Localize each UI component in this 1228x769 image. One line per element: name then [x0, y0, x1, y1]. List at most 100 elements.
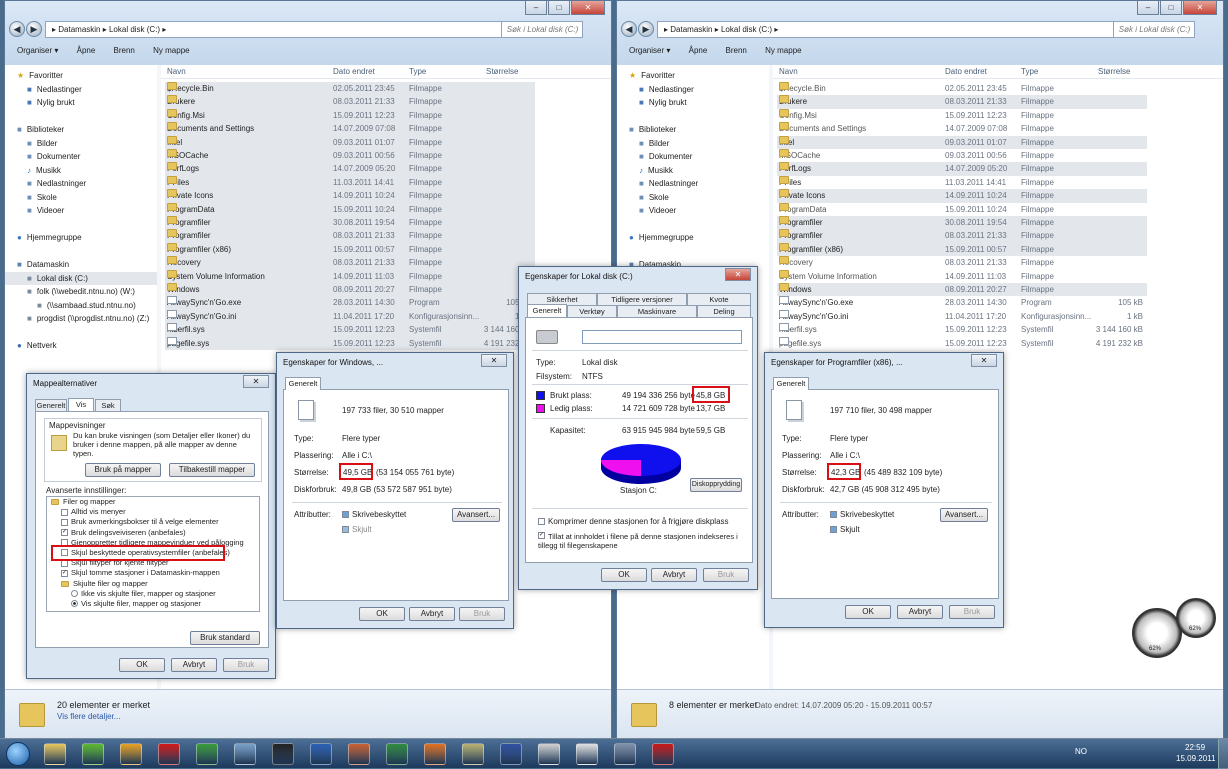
drive-label-input[interactable] [582, 330, 742, 344]
table-row[interactable]: pagefile.sys 15.09.2011 12:23 Systemfil 4 1… [165, 336, 535, 350]
table-row[interactable]: System Volume Information 14.09.2011 11:0… [165, 269, 535, 283]
explorer-icon[interactable] [462, 743, 484, 765]
index-checkbox[interactable]: ✓ Tillat at innholdet i filene på denne s… [538, 532, 744, 550]
apply-to-folders-button[interactable]: Bruk på mapper [85, 463, 161, 477]
advanced-setting-item[interactable]: ✓ Bruk delingsveiviseren (anbefales) [47, 528, 259, 538]
clock-date[interactable]: 15.09.2011 [1176, 754, 1215, 763]
nav-item[interactable]: ■ Lokal disk (C:) [5, 271, 157, 285]
folder-icon[interactable] [44, 743, 66, 765]
nav-item[interactable]: ■ Nedlastninger [617, 177, 769, 191]
more-details-link[interactable]: Vis flere detaljer... [57, 712, 120, 721]
table-row[interactable]: $Recycle.Bin 02.05.2011 23:45 Filmappe [165, 82, 535, 96]
table-row[interactable]: Programfiler 08.03.2011 21:33 Filmappe [165, 229, 535, 243]
table-row[interactable]: ProgramData 15.09.2011 10:24 Filmappe [165, 202, 535, 216]
close-button[interactable]: ✕ [971, 354, 997, 367]
tab-general[interactable]: Generelt [285, 377, 321, 390]
nav-item[interactable]: ■ Datamaskin [5, 258, 157, 272]
nav-item[interactable]: ♪ Musikk [5, 164, 157, 178]
table-row[interactable]: Documents and Settings 14.07.2009 07:08 Fi… [165, 122, 535, 136]
table-row[interactable]: PerfLogs 14.07.2009 05:20 Filmappe [777, 162, 1147, 176]
maximize-button[interactable]: □ [1160, 1, 1182, 15]
table-row[interactable]: Recovery 08.03.2011 21:33 Filmappe [777, 256, 1147, 269]
table-row[interactable]: PFiles 11.03.2011 14:41 Filmappe [165, 175, 535, 190]
table-row[interactable]: Programfiler 30.08.2011 19:54 Filmappe [165, 216, 535, 230]
nav-item[interactable]: ■ Nedlastinger [5, 83, 157, 97]
tab-previous-versions[interactable]: Tidligere versjoner [597, 293, 687, 305]
nx2-icon[interactable] [272, 743, 294, 765]
close-button[interactable]: ✕ [725, 268, 751, 281]
table-row[interactable]: AllwaySync'n'Go.exe 28.03.2011 14:30 Progr… [165, 296, 535, 310]
advanced-setting-item[interactable]: Ikke vis skjulte filer, mapper og stasjo… [47, 589, 259, 599]
apply-button[interactable]: Bruk [703, 568, 749, 582]
nav-item[interactable]: ■ Dokumenter [617, 150, 769, 164]
nav-item[interactable]: ● Hjemmegruppe [617, 231, 769, 245]
table-row[interactable]: System Volume Information 14.09.2011 11:0… [777, 269, 1147, 283]
hidden-checkbox[interactable]: Skjult [342, 525, 372, 534]
tab-search[interactable]: Søk [95, 399, 121, 411]
open-button[interactable]: Åpne [689, 46, 708, 55]
reset-folders-button[interactable]: Tilbakestill mapper [169, 463, 255, 477]
excel-icon[interactable] [386, 743, 408, 765]
tab-quota[interactable]: Kvote [687, 293, 751, 305]
tab-sharing[interactable]: Deling [697, 305, 751, 317]
chrome-icon[interactable] [196, 743, 218, 765]
media-icon[interactable] [348, 743, 370, 765]
advanced-button[interactable]: Avansert... [452, 508, 500, 522]
breadcrumb-drive[interactable]: Lokal disk (C:) [721, 25, 772, 34]
tab-general[interactable]: Generelt [773, 377, 809, 390]
ok-button[interactable]: OK [601, 568, 647, 582]
nav-item[interactable]: ■ Nylig brukt [617, 96, 769, 110]
open-button[interactable]: Åpne [77, 46, 96, 55]
table-row[interactable]: MSOCache 09.03.2011 00:56 Filmappe [777, 149, 1147, 162]
new-folder-button[interactable]: Ny mappe [153, 46, 189, 55]
column-size[interactable]: Størrelse [1098, 67, 1130, 76]
table-row[interactable]: $Recycle.Bin 02.05.2011 23:45 Filmappe [777, 82, 1147, 95]
table-row[interactable]: Config.Msi 15.09.2011 12:23 Filmappe [165, 108, 535, 123]
cancel-button[interactable]: Avbryt [897, 605, 943, 619]
table-row[interactable]: Intel 09.03.2011 01:07 Filmappe [777, 135, 1147, 149]
table-row[interactable]: AllwaySync'n'Go.ini 11.04.2011 17:20 Konfi… [777, 309, 1147, 323]
organize-menu[interactable]: Organiser ▾ [629, 46, 670, 55]
hidden-checkbox[interactable]: Skjult [830, 525, 860, 534]
cancel-button[interactable]: Avbryt [171, 658, 217, 672]
tab-view[interactable]: Vis [68, 398, 94, 411]
table-row[interactable]: PerfLogs 14.07.2009 05:20 Filmappe [165, 162, 535, 176]
table-row[interactable]: AllwaySync'n'Go.exe 28.03.2011 14:30 Progr… [777, 296, 1147, 309]
nav-item[interactable]: ■ Videoer [5, 204, 157, 218]
tab-hardware[interactable]: Maskinvare [617, 305, 697, 317]
table-row[interactable]: hiberfil.sys 15.09.2011 12:23 Systemfil 3 1… [165, 323, 535, 337]
table-row[interactable]: Programfiler 08.03.2011 21:33 Filmappe [777, 229, 1147, 243]
tab-general[interactable]: Generelt [35, 399, 67, 411]
nav-item[interactable]: ♪ Musikk [617, 164, 769, 178]
back-button[interactable]: ◀ [9, 21, 25, 37]
column-name[interactable]: Navn [779, 67, 798, 76]
table-row[interactable]: Windows 08.09.2011 20:27 Filmappe [777, 283, 1147, 297]
compress-checkbox[interactable]: Komprimer denne stasjonen for å frigjøre… [538, 517, 729, 526]
opera-icon[interactable] [158, 743, 180, 765]
tool-icon[interactable] [538, 743, 560, 765]
organize-menu[interactable]: Organiser ▾ [17, 46, 58, 55]
column-name[interactable]: Navn [167, 67, 186, 76]
nav-item[interactable]: ■ Nylig brukt [5, 96, 157, 110]
column-date[interactable]: Dato endret [945, 67, 987, 76]
column-date[interactable]: Dato endret [333, 67, 375, 76]
nav-item[interactable]: ■ (\\sambaad.stud.ntnu.no) [5, 299, 157, 313]
nav-item[interactable]: ★ Favoritter [5, 69, 157, 83]
breadcrumb-drive[interactable]: Lokal disk (C:) [109, 25, 160, 34]
start-button[interactable] [6, 742, 30, 766]
grid-icon[interactable] [500, 743, 522, 765]
close-button[interactable]: ✕ [571, 1, 605, 15]
nav-item[interactable]: ● Nettverk [5, 339, 157, 353]
nav-item[interactable]: ■ Bilder [617, 137, 769, 151]
table-row[interactable]: pagefile.sys 15.09.2011 12:23 Systemfil 4 1… [777, 336, 1147, 350]
address-bar[interactable]: ▸ Datamaskin ▸ Lokal disk (C:) ▸ [657, 21, 1131, 38]
advanced-setting-item[interactable]: Alltid vis menyer [47, 507, 259, 517]
readonly-checkbox[interactable]: Skrivebeskyttet [830, 510, 894, 519]
nav-item[interactable]: ■ Skole [617, 191, 769, 205]
table-row[interactable]: Programfiler (x86) 15.09.2011 00:57 Filmap… [165, 242, 535, 257]
cancel-button[interactable]: Avbryt [651, 568, 697, 582]
restore-defaults-button[interactable]: Bruk standard [190, 631, 260, 645]
table-row[interactable]: MSOCache 09.03.2011 00:56 Filmappe [165, 149, 535, 163]
table-row[interactable]: AllwaySync'n'Go.ini 11.04.2011 17:20 Konfi… [165, 309, 535, 324]
clock-time[interactable]: 22:59 [1185, 743, 1205, 752]
